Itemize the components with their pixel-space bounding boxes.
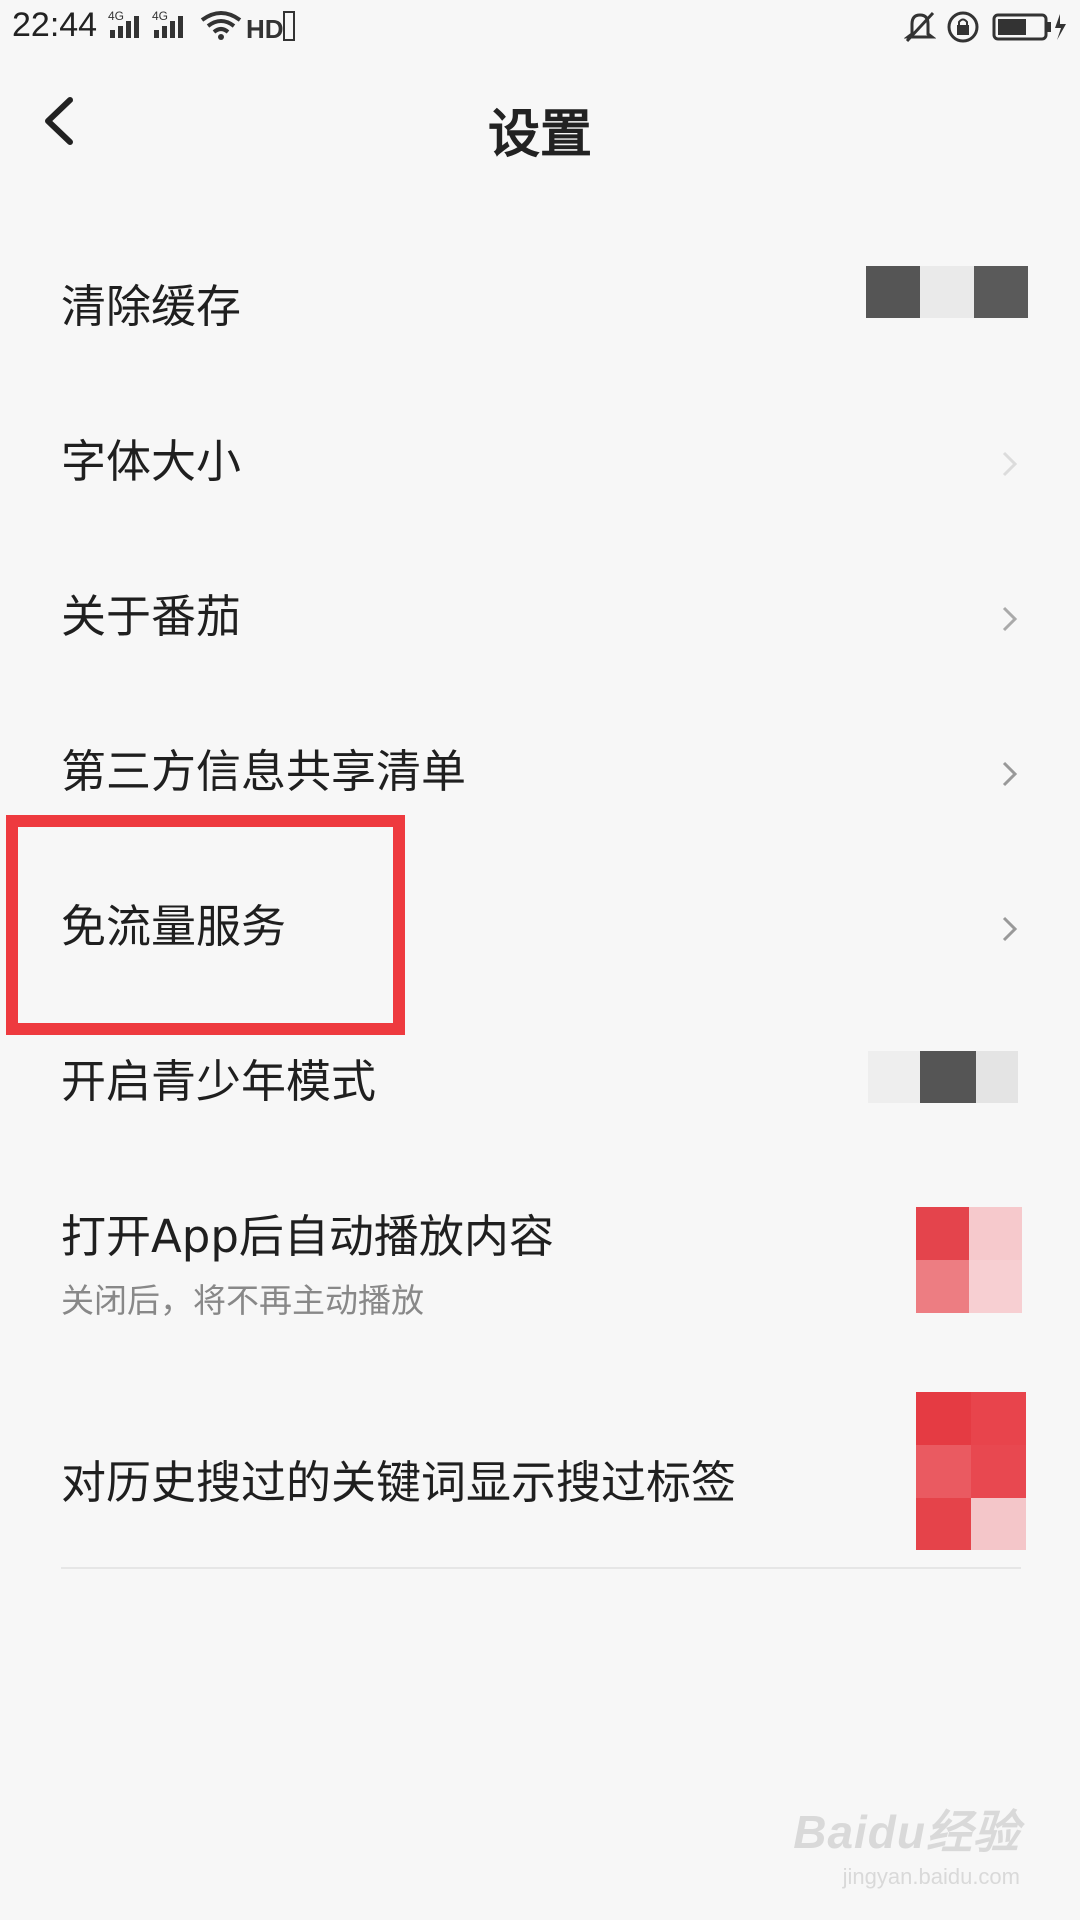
watermark-logo: Baidu经验 — [793, 1806, 1020, 1858]
setting-label: 第三方信息共享清单 — [61, 745, 467, 798]
settings-list: 清除缓存 字体大小 关于番茄 第三方信息共享清单 免流量服务 开启青少年模式 打… — [0, 232, 1080, 1574]
cache-size-value — [866, 266, 1028, 318]
search-tag-toggle[interactable] — [916, 1392, 1026, 1550]
svg-text:HD: HD — [246, 14, 284, 44]
youth-mode-status — [868, 1051, 1018, 1103]
battery-charging-icon — [992, 12, 1068, 46]
setting-about[interactable]: 关于番茄 — [0, 542, 1080, 697]
chevron-right-icon — [1002, 451, 1018, 477]
autoplay-toggle[interactable] — [916, 1207, 1022, 1313]
hd-icon: HD — [246, 10, 296, 48]
setting-label: 字体大小 — [61, 435, 242, 488]
setting-autoplay[interactable]: 打开App后自动播放内容 关闭后，将不再主动播放 — [0, 1162, 1080, 1374]
svg-text:4G: 4G — [108, 9, 124, 23]
setting-free-data-service[interactable]: 免流量服务 — [0, 852, 1080, 1007]
signal-icon: 4G — [152, 8, 194, 46]
setting-label: 打开App后自动播放内容 — [61, 1210, 554, 1263]
setting-label: 开启青少年模式 — [61, 1055, 377, 1108]
setting-search-history-tag[interactable]: 对历史搜过的关键词显示搜过标签 — [0, 1374, 1080, 1574]
setting-label: 免流量服务 — [61, 900, 287, 953]
watermark: Baidu经验 jingyan.baidu.com — [793, 1796, 1020, 1890]
status-time: 22:44 — [12, 6, 98, 44]
chevron-right-icon — [1002, 606, 1018, 632]
status-bar: 22:44 4G 4G HD — [0, 0, 1080, 56]
chevron-right-icon — [1002, 761, 1018, 787]
setting-font-size[interactable]: 字体大小 — [0, 387, 1080, 542]
list-divider — [61, 1567, 1021, 1569]
setting-clear-cache[interactable]: 清除缓存 — [0, 232, 1080, 387]
mute-icon — [903, 10, 937, 48]
setting-label: 清除缓存 — [61, 280, 242, 333]
header: 设置 — [0, 56, 1080, 186]
setting-label: 对历史搜过的关键词显示搜过标签 — [61, 1456, 737, 1509]
watermark-url: jingyan.baidu.com — [842, 1864, 1020, 1889]
setting-sublabel: 关闭后，将不再主动播放 — [61, 1281, 424, 1320]
svg-text:4G: 4G — [152, 9, 168, 23]
rotation-lock-icon — [946, 10, 980, 48]
setting-third-party-list[interactable]: 第三方信息共享清单 — [0, 697, 1080, 852]
signal-icon: 4G — [108, 8, 150, 46]
wifi-icon — [200, 10, 242, 46]
chevron-right-icon — [1002, 916, 1018, 942]
setting-label: 关于番茄 — [61, 590, 242, 643]
setting-youth-mode[interactable]: 开启青少年模式 — [0, 1007, 1080, 1162]
page-title: 设置 — [487, 105, 592, 165]
